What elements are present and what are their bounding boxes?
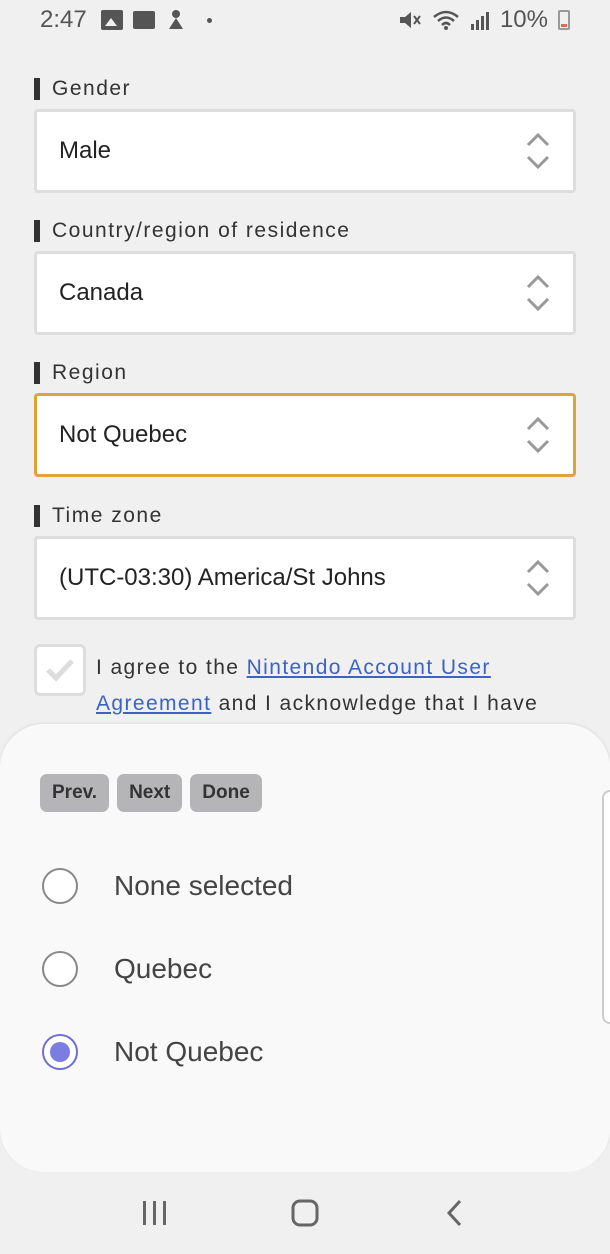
gender-select[interactable]: Male xyxy=(34,109,576,193)
country-label: Country/region of residence xyxy=(34,219,350,243)
gender-label: Gender xyxy=(34,77,131,101)
country-value: Canada xyxy=(59,279,144,306)
chevron-up-down-icon xyxy=(525,273,551,313)
chevron-up-down-icon xyxy=(525,415,551,455)
home-icon xyxy=(291,1199,319,1227)
picker-options: None selected Quebec Not Quebec xyxy=(42,844,562,1093)
radio-button-selected[interactable] xyxy=(42,1033,78,1070)
picker-toolbar: Prev. Next Done xyxy=(40,774,262,812)
recent-apps-button[interactable] xyxy=(125,1183,185,1243)
notification-icon xyxy=(165,9,187,31)
gender-value: Male xyxy=(59,137,112,164)
gmail-icon xyxy=(132,11,155,29)
done-button[interactable]: Done xyxy=(190,774,262,812)
signal-icon xyxy=(470,10,490,30)
back-icon xyxy=(446,1199,462,1227)
image-icon xyxy=(100,10,123,30)
radio-button[interactable] xyxy=(42,950,78,987)
checkmark-icon xyxy=(46,659,74,682)
back-button[interactable] xyxy=(425,1183,485,1243)
option-quebec[interactable]: Quebec xyxy=(42,927,562,1010)
time-zone-value: (UTC-03:30) America/St Johns xyxy=(59,564,386,591)
battery-icon xyxy=(558,10,570,30)
country-select[interactable]: Canada xyxy=(34,251,576,335)
wifi-icon xyxy=(432,9,460,31)
region-value: Not Quebec xyxy=(59,421,188,448)
system-nav-bar xyxy=(0,1172,610,1254)
time-zone-select[interactable]: (UTC-03:30) America/St Johns xyxy=(34,536,576,620)
battery-percentage: 10% xyxy=(499,6,548,33)
agreement-text: I agree to the Nintendo Account User Agr… xyxy=(96,656,539,715)
mute-icon xyxy=(398,9,422,31)
region-select[interactable]: Not Quebec xyxy=(34,393,576,477)
chevron-up-down-icon xyxy=(525,558,551,598)
recent-apps-icon xyxy=(143,1201,166,1225)
agreement-checkbox[interactable] xyxy=(34,644,86,696)
prev-button[interactable]: Prev. xyxy=(40,774,110,812)
time-zone-label: Time zone xyxy=(34,504,163,528)
next-button[interactable]: Next xyxy=(117,774,183,812)
edge-panel-handle[interactable] xyxy=(602,790,610,1024)
option-not-quebec[interactable]: Not Quebec xyxy=(42,1010,562,1093)
region-label: Region xyxy=(34,361,128,385)
option-none-selected[interactable]: None selected xyxy=(42,844,562,927)
more-notifications-icon xyxy=(206,17,212,23)
clock: 2:47 xyxy=(40,6,87,33)
status-bar: 2:47 10% xyxy=(0,0,610,40)
home-button[interactable] xyxy=(275,1183,335,1243)
chevron-up-down-icon xyxy=(525,131,551,171)
radio-button[interactable] xyxy=(42,867,78,904)
region-picker-sheet: Prev. Next Done None selected Quebec Not… xyxy=(0,724,610,1172)
